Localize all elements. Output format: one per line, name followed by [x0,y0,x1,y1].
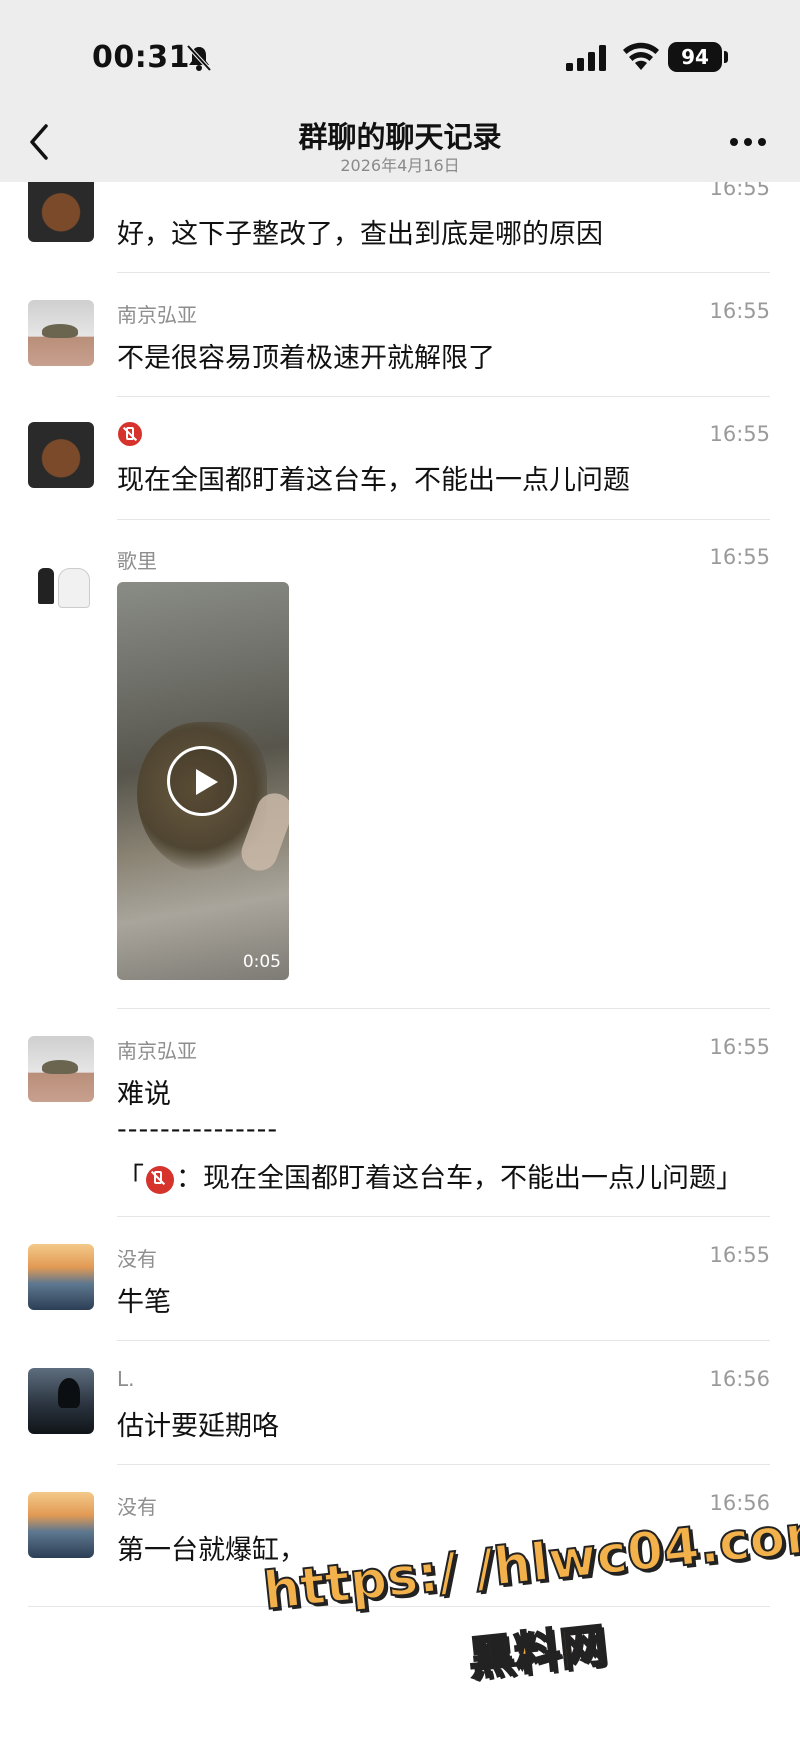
cellular-signal-icon [566,45,606,71]
quote-open-bracket: 「 [117,1163,144,1194]
no-phone-emoji-icon [146,1165,174,1194]
message-time: 16:56 [709,1367,770,1391]
turtle-avatar[interactable] [28,300,94,366]
quote-close-bracket: 」 [716,1163,743,1194]
play-icon[interactable] [167,746,237,816]
message-time: 16:55 [709,1243,770,1267]
message-time: 16:55 [709,299,770,323]
watermark-url: https:/ /hlwc04.com [259,1501,800,1623]
battery-indicator: 94 [668,42,722,72]
sender-name: 没有 [117,1247,157,1271]
watermark-name: 黑料网 [465,1617,610,1687]
video-message[interactable]: 0:05 [117,582,289,980]
silhouette-avatar[interactable] [28,1368,94,1434]
sender-name: L. [117,1367,135,1391]
battery-tip [724,51,728,63]
divider [117,1008,770,1009]
sender-name: 没有 [117,1495,157,1519]
status-time: 00:31 [92,40,190,75]
divider [117,1464,770,1465]
divider [117,1216,770,1217]
quoted-text: ：现在全国都盯着这台车，不能出一点儿问题 [176,1163,716,1194]
message-text[interactable]: 好，这下子整改了，查出到底是哪的原因 [117,212,603,251]
quote-separator: --------------- [117,1114,279,1145]
message-text[interactable]: 难说 [117,1072,171,1111]
turtle-avatar[interactable] [28,1036,94,1102]
sunset-avatar[interactable] [28,1492,94,1558]
sender-name: 歌里 [117,549,157,573]
sender-name: 南京弘亚 [117,1039,197,1063]
no-phone-emoji-icon [118,422,142,446]
message-text[interactable]: 牛笔 [117,1280,171,1319]
message-time: 16:55 [709,545,770,569]
divider [117,396,770,397]
bear-avatar[interactable] [28,176,94,242]
divider [117,272,770,273]
sender-name: 南京弘亚 [117,303,197,327]
bear-avatar[interactable] [28,422,94,488]
message-time: 16:55 [709,1035,770,1059]
video-duration: 0:05 [242,952,281,972]
more-options-icon[interactable] [730,138,766,148]
divider [117,519,770,520]
message-text[interactable]: 估计要延期咯 [117,1404,279,1443]
top-bar: 00:31 94 群聊的聊天记录 2026年4月16日 [0,0,800,182]
bell-off-icon [186,44,212,72]
divider [117,1340,770,1341]
wifi-icon [623,42,659,70]
page-subtitle-date: 2026年4月16日 [340,156,460,175]
quoted-message[interactable]: 「 ：现在全国都盯着这台车，不能出一点儿问题」 [117,1156,743,1195]
wedding-avatar[interactable] [28,546,94,612]
message-text[interactable]: 现在全国都盯着这台车，不能出一点儿问题 [117,458,630,497]
page-title: 群聊的聊天记录 [298,120,502,154]
sunset-avatar[interactable] [28,1244,94,1310]
message-text[interactable]: 不是很容易顶着极速开就解限了 [117,336,495,375]
message-time: 16:55 [709,422,770,446]
